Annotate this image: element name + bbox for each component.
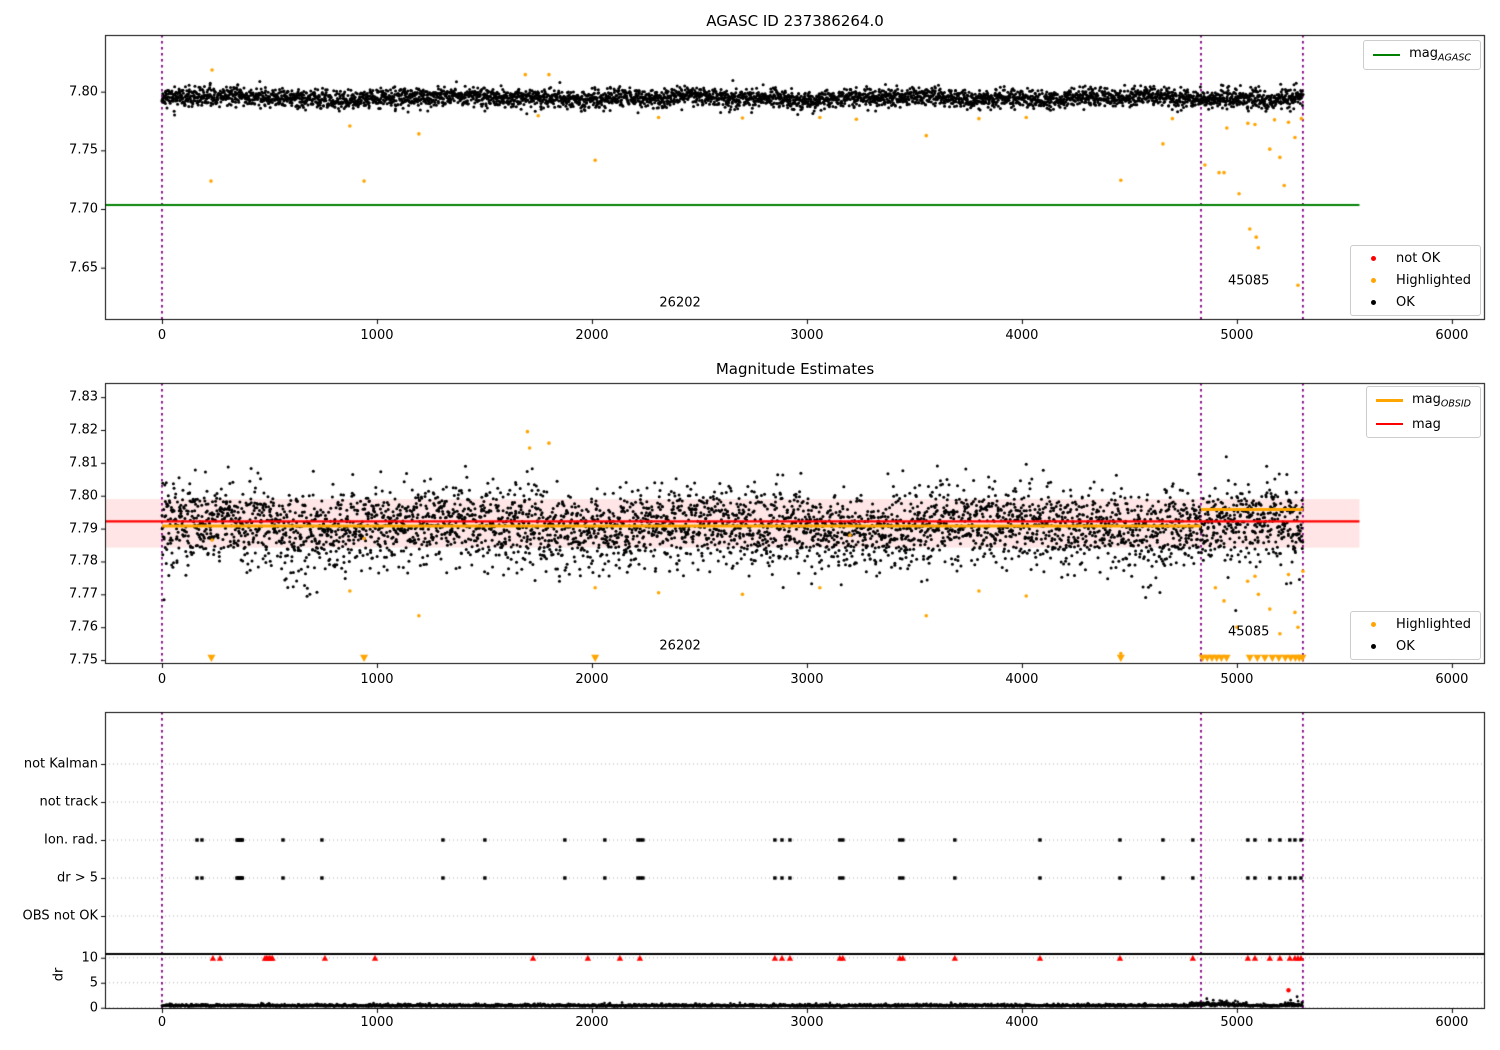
legend-label-mag-agasc: magAGASC — [1409, 46, 1471, 64]
ok-dot-swatch-2 — [1360, 641, 1387, 653]
top-xtick-label: 1000 — [360, 328, 394, 343]
bottom-xtick-label: 5000 — [1220, 1015, 1254, 1030]
middle-xtick-label: 2000 — [575, 672, 609, 687]
middle-ytick-label: 7.78 — [69, 553, 98, 569]
legend-label-mag: mag — [1411, 416, 1441, 432]
dr-ytick-label: 0 — [89, 1000, 98, 1016]
legend-row-highlighted-2: Highlighted — [1360, 617, 1471, 632]
top-annotation-obsid-right: 45085 — [1228, 273, 1270, 289]
highlighted-dot-swatch-2 — [1360, 619, 1387, 631]
bottom-xtick-label: 0 — [157, 1015, 167, 1030]
legend-row-mag-obsid: magOBSID — [1375, 392, 1471, 410]
middle-xtick-label: 6000 — [1435, 672, 1469, 687]
top-xtick-label: 0 — [157, 328, 167, 343]
middle-ytick-label: 7.77 — [69, 586, 98, 602]
bottom-row-label: not track — [39, 794, 98, 810]
middle-ytick-label: 7.76 — [69, 619, 98, 635]
bottom-xtick-label: 2000 — [575, 1015, 609, 1030]
legend-row-ok: OK — [1360, 295, 1471, 310]
legend-label-ok-2: OK — [1396, 639, 1415, 654]
legend-mag-agasc: magAGASC — [1363, 40, 1481, 70]
ok-dot-swatch — [1360, 297, 1387, 309]
dr-ytick-label: 10 — [81, 950, 98, 966]
bottom-row-label: OBS not OK — [22, 908, 99, 924]
top-xtick-label: 3000 — [790, 328, 824, 343]
bottom-xtick-label: 4000 — [1005, 1015, 1039, 1030]
legend-row-mag: mag — [1375, 416, 1471, 432]
dr-axis-label: dr — [51, 967, 67, 982]
top-annotation-obsid-left: 26202 — [659, 295, 701, 311]
middle-ytick-label: 7.79 — [69, 521, 98, 537]
legend-label-mag-obsid: magOBSID — [1411, 392, 1471, 410]
plot-canvas — [0, 0, 1500, 1050]
legend-label-ok: OK — [1396, 295, 1415, 310]
middle-ytick-label: 7.83 — [69, 389, 98, 405]
legend-middle-categories: Highlighted OK — [1350, 611, 1481, 660]
mag-obsid-line-swatch — [1375, 395, 1403, 407]
legend-row-not-ok: not OK — [1360, 251, 1471, 266]
middle-xtick-label: 3000 — [790, 672, 824, 687]
legend-label-highlighted-2: Highlighted — [1396, 617, 1471, 632]
middle-plot-title: Magnitude Estimates — [715, 360, 875, 378]
legend-row-mag-agasc: magAGASC — [1373, 46, 1471, 64]
bottom-row-label: dr > 5 — [56, 870, 98, 886]
figure: AGASC ID 237386264.0 Magnitude Estimates… — [0, 0, 1500, 1050]
middle-xtick-label: 0 — [157, 672, 167, 687]
legend-top-categories: not OK Highlighted OK — [1350, 245, 1481, 316]
middle-xtick-label: 5000 — [1220, 672, 1254, 687]
middle-ytick-label: 7.75 — [69, 652, 98, 668]
top-xtick-label: 4000 — [1005, 328, 1039, 343]
dr-ytick-label: 5 — [89, 975, 98, 991]
middle-xtick-label: 1000 — [360, 672, 394, 687]
top-ytick-label: 7.80 — [69, 84, 98, 100]
top-xtick-label: 2000 — [575, 328, 609, 343]
legend-label-not-ok: not OK — [1396, 251, 1441, 266]
middle-annotation-obsid-right: 45085 — [1228, 624, 1270, 640]
legend-row-highlighted: Highlighted — [1360, 273, 1471, 288]
mag-line-swatch — [1375, 418, 1403, 430]
legend-middle-lines: magOBSID mag — [1365, 386, 1481, 438]
middle-ytick-label: 7.81 — [69, 455, 98, 471]
not-ok-dot-swatch — [1360, 253, 1387, 265]
top-ytick-label: 7.70 — [69, 201, 98, 217]
bottom-xtick-label: 6000 — [1435, 1015, 1469, 1030]
bottom-row-label: Ion. rad. — [44, 832, 98, 848]
bottom-xtick-label: 3000 — [790, 1015, 824, 1030]
top-ytick-label: 7.65 — [69, 260, 98, 276]
top-plot-title: AGASC ID 237386264.0 — [706, 12, 884, 30]
middle-annotation-obsid-left: 26202 — [659, 638, 701, 654]
middle-xtick-label: 4000 — [1005, 672, 1039, 687]
bottom-xtick-label: 1000 — [360, 1015, 394, 1030]
legend-row-ok-2: OK — [1360, 639, 1471, 654]
top-xtick-label: 5000 — [1220, 328, 1254, 343]
mag-agasc-line-swatch — [1373, 49, 1401, 61]
top-xtick-label: 6000 — [1435, 328, 1469, 343]
top-ytick-label: 7.75 — [69, 142, 98, 158]
middle-ytick-label: 7.80 — [69, 488, 98, 504]
middle-ytick-label: 7.82 — [69, 422, 98, 438]
highlighted-dot-swatch — [1360, 275, 1387, 287]
legend-label-highlighted: Highlighted — [1396, 273, 1471, 288]
bottom-row-label: not Kalman — [23, 756, 98, 772]
